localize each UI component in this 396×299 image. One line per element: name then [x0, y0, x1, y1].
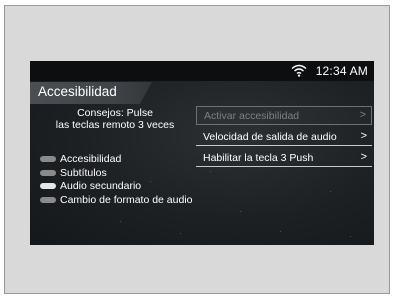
- accessibility-screen: 12:34 AM Accesibilidad Consejos: Pulse l…: [30, 61, 374, 245]
- status-label: Audio secundario: [60, 180, 142, 192]
- tip-line-2: las teclas remoto 3 veces: [55, 119, 175, 131]
- menu-item-velocidad-salida-audio[interactable]: Velocidad de salida de audio >: [196, 128, 372, 146]
- accessibility-menu: Activar accesibilidad > Velocidad de sal…: [196, 106, 372, 167]
- wifi-icon: [291, 64, 307, 77]
- menu-item-activar-accesibilidad[interactable]: Activar accesibilidad >: [196, 106, 372, 125]
- status-label: Subtítulos: [60, 166, 107, 179]
- status-indicator: [40, 169, 56, 176]
- clock: 12:34 AM: [315, 64, 368, 78]
- status-indicator: [40, 156, 56, 162]
- status-bar: 12:34 AM: [30, 61, 374, 81]
- page-title: Accesibilidad: [38, 84, 117, 99]
- status-label: Accesibilidad: [60, 153, 122, 165]
- menu-item-label: Habilitar la tecla 3 Push: [203, 152, 314, 164]
- status-indicator: [40, 183, 56, 189]
- menu-item-habilitar-tecla-3-push[interactable]: Habilitar la tecla 3 Push >: [196, 149, 372, 167]
- status-label: Cambio de formato de audio: [60, 193, 193, 206]
- tip-line-1: Consejos: Pulse: [77, 107, 153, 119]
- menu-item-label: Velocidad de salida de audio: [203, 131, 337, 143]
- chevron-right-icon: >: [360, 151, 367, 163]
- page-title-tab: Accesibilidad: [30, 82, 152, 104]
- chevron-right-icon: >: [360, 130, 367, 142]
- chevron-right-icon: >: [359, 109, 366, 121]
- menu-item-label: Activar accesibilidad: [204, 110, 300, 122]
- status-indicator: [40, 196, 56, 203]
